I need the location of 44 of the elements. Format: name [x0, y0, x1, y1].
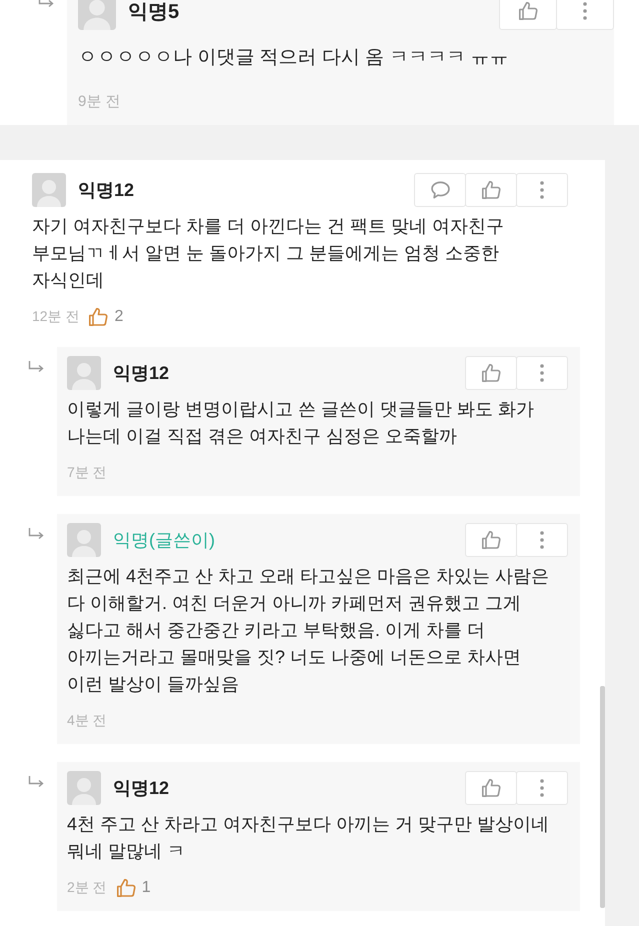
like-button[interactable]: [465, 523, 517, 557]
timestamp: 7분 전: [67, 464, 107, 482]
comment-text: 자기 여자친구보다 차를 더 아낀다는 건 팩트 맞네 여자친구 부모님ㄲㅔ서 알면 눈 돌아가지 그 분들에게는 엄청 소중한 자식인데: [32, 215, 506, 292]
author-name: 익명12: [113, 362, 170, 385]
author-name: 익명12: [113, 777, 170, 800]
avatar-icon: [67, 523, 101, 557]
timestamp: 9분 전: [78, 92, 121, 110]
thumbs-up-icon: [482, 531, 500, 549]
comment-text: 4천 주고 산 차라고 여자친구보다 아끼는 거 맞구만 발상이네 뭐네 말많네 ㅋ: [67, 813, 550, 863]
like-button[interactable]: [465, 771, 517, 805]
comment-text: 최근에 4천주고 산 차고 오래 타고싶은 마음은 차있는 사람은 다 이해할거. 여친 더운거 아니까 카페먼저 권유했고 그게 싫다고 해서 중간중간 키라고 부탁했음. 이게 차를 더 아끼는거라고 몰매맞을 짓? 너도 나중에 너돈으로 차사면 이런 발상이 들까싶음: [67, 565, 550, 696]
reply-arrow-icon: [28, 776, 44, 788]
more-icon: [583, 2, 587, 20]
reply-arrow-icon: [28, 528, 44, 540]
comment-text: 이렇게 글이랑 변명이랍시고 쓴 글쓴이 댓글들만 봐도 화가 나는데 이걸 직접 겪은 여자친구 심정은 오죽할까: [67, 398, 536, 448]
more-icon: [540, 364, 544, 382]
thumbs-up-icon: [89, 308, 108, 326]
avatar-icon: [32, 173, 66, 207]
author-name: 익명(글쓴이): [113, 529, 216, 552]
scrollbar-thumb[interactable]: [600, 686, 605, 908]
reply-arrow-icon: [28, 361, 44, 373]
thumbs-up-icon: [518, 2, 538, 20]
thumbs-up-icon: [482, 181, 500, 199]
like-count: 2: [114, 308, 124, 326]
timestamp: 2분 전: [67, 879, 107, 897]
timestamp: 12분 전: [32, 308, 80, 326]
like-button[interactable]: [499, 0, 557, 30]
thumbs-up-icon: [482, 364, 500, 382]
more-icon: [540, 779, 544, 797]
comment-icon: [430, 181, 450, 199]
comment-button[interactable]: [414, 173, 466, 207]
like-button[interactable]: [465, 173, 517, 207]
like-count: 1: [142, 879, 151, 897]
thumbs-up-icon: [116, 879, 136, 897]
more-icon: [540, 181, 544, 199]
avatar-icon: [67, 771, 101, 805]
avatar-icon: [67, 356, 101, 390]
thumbs-up-icon: [482, 779, 500, 797]
author-name: 익명5: [128, 0, 180, 24]
more-icon: [540, 531, 544, 549]
like-button[interactable]: [465, 356, 517, 390]
timestamp: 4분 전: [67, 712, 107, 730]
author-name: 익명12: [78, 179, 136, 202]
comment-text: ㅇㅇㅇㅇㅇ나 이댓글 적으러 다시 옴 ㅋㅋㅋㅋ ㅠㅠ: [78, 46, 510, 70]
